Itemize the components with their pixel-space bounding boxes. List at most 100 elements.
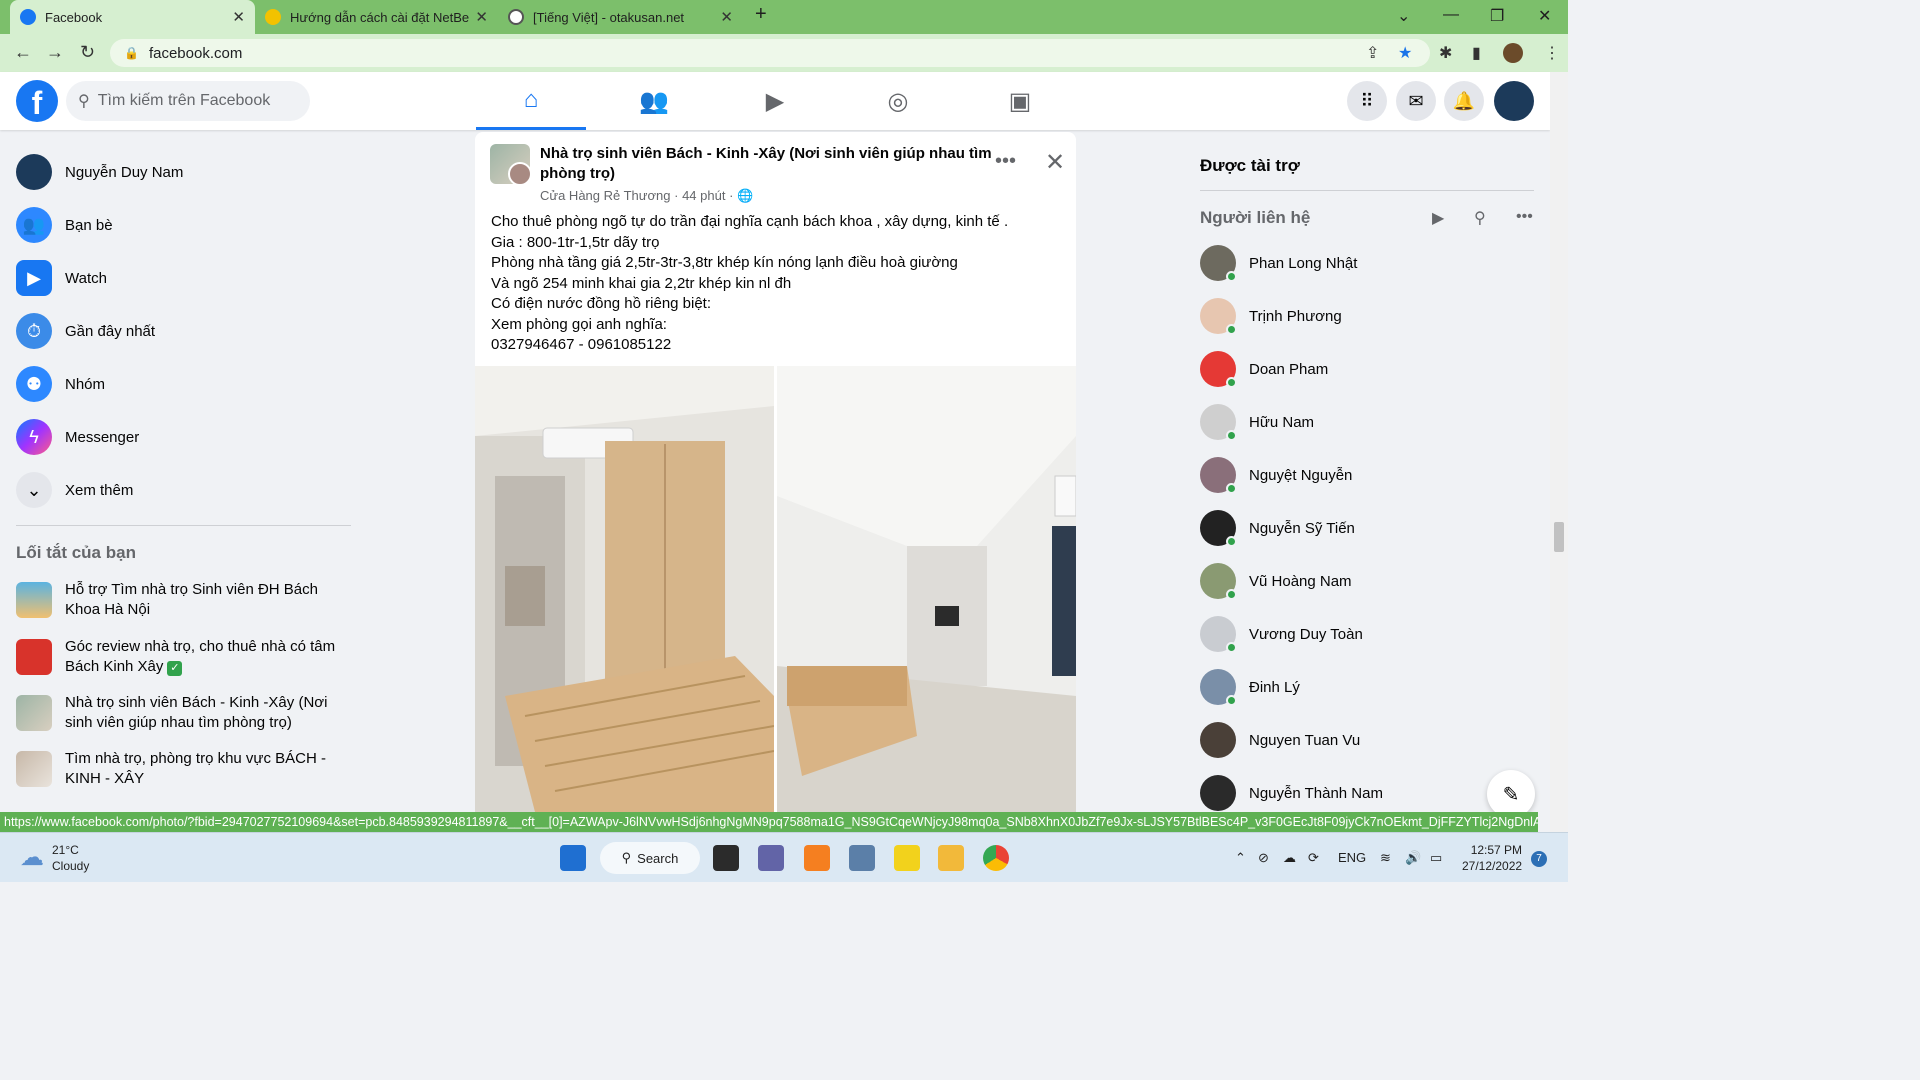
- page-scrollbar[interactable]: [1550, 72, 1568, 832]
- close-icon[interactable]: ✕: [1045, 148, 1065, 177]
- side-panel-icon[interactable]: ▮: [1472, 43, 1481, 63]
- maximize-icon[interactable]: ❐: [1490, 6, 1504, 26]
- sidebar-item-label: Watch: [65, 269, 107, 287]
- task-view-icon[interactable]: [713, 845, 739, 871]
- shortcut-item[interactable]: Góc review nhà trọ, cho thuê nhà có tâm …: [8, 637, 353, 677]
- nav-friends[interactable]: 👥: [599, 72, 709, 130]
- profile-avatar[interactable]: [1503, 43, 1523, 63]
- search-icon[interactable]: ⚲: [1474, 208, 1486, 228]
- notifications-button[interactable]: 🔔: [1444, 81, 1484, 121]
- contact-item[interactable]: Vương Duy Toàn: [1192, 608, 1537, 660]
- menu-dots-icon[interactable]: ⋮: [1544, 43, 1560, 63]
- contact-item[interactable]: Hữu Nam: [1192, 396, 1537, 448]
- contact-item[interactable]: Vũ Hoàng Nam: [1192, 555, 1537, 607]
- home-icon: ⌂: [523, 85, 539, 113]
- shortcut-label: Hỗ trợ Tìm nhà trọ Sinh viên ĐH Bách Kho…: [65, 581, 318, 618]
- windows-start-icon[interactable]: [560, 845, 586, 871]
- notification-badge[interactable]: 7: [1531, 851, 1547, 867]
- search-input[interactable]: ⚲ Tìm kiếm trên Facebook: [66, 81, 310, 121]
- chevron-up-icon[interactable]: ⌃: [1235, 850, 1246, 866]
- shortcut-item[interactable]: Tìm nhà trọ, phòng trọ khu vực BÁCH - KI…: [8, 749, 353, 789]
- reload-icon[interactable]: ↻: [80, 42, 95, 63]
- volume-icon[interactable]: 🔊: [1405, 850, 1421, 866]
- author-avatar[interactable]: [508, 162, 532, 186]
- new-room-icon[interactable]: ▶: [1432, 208, 1444, 228]
- network-alert-icon[interactable]: ⊘: [1258, 850, 1269, 866]
- close-tab-icon[interactable]: ✕: [475, 8, 488, 26]
- groups-icon: ⚉: [16, 366, 52, 402]
- facebook-logo[interactable]: f: [16, 80, 58, 122]
- battery-icon[interactable]: ▭: [1430, 850, 1442, 866]
- nav-gaming[interactable]: ▣: [965, 72, 1075, 130]
- messenger-button[interactable]: ✉: [1396, 81, 1436, 121]
- wifi-icon[interactable]: ≋: [1380, 850, 1391, 866]
- teams-icon[interactable]: [758, 845, 784, 871]
- close-tab-icon[interactable]: ✕: [232, 8, 245, 26]
- chrome-icon[interactable]: [983, 845, 1009, 871]
- browser-tab-otakusan[interactable]: [Tiếng Việt] - otakusan.net ✕: [498, 0, 743, 34]
- sidebar-item-see-more[interactable]: ⌄ Xem thêm: [8, 464, 353, 516]
- bookmark-star-icon[interactable]: ★: [1398, 43, 1412, 63]
- sidebar-profile[interactable]: Nguyễn Duy Nam: [8, 146, 353, 198]
- more-options-icon[interactable]: •••: [995, 150, 1016, 173]
- weather-widget[interactable]: ☁ 21°C Cloudy: [20, 842, 89, 874]
- sidebar-item-recent[interactable]: ⏱ Gần đây nhất: [8, 305, 353, 357]
- new-message-button[interactable]: ✎: [1487, 770, 1535, 818]
- forward-icon[interactable]: →: [46, 42, 64, 63]
- menu-button[interactable]: ⠿: [1347, 81, 1387, 121]
- post-photo[interactable]: [777, 366, 1076, 812]
- sync-icon[interactable]: ⟳: [1308, 850, 1319, 866]
- contact-item[interactable]: Phan Long Nhật: [1192, 237, 1537, 289]
- nav-watch[interactable]: ▶: [720, 72, 830, 130]
- post-line: Có điện nước đồng hồ riêng biệt:: [491, 295, 712, 312]
- nav-groups[interactable]: ◎: [843, 72, 953, 130]
- sidebar-item-messenger[interactable]: ϟ Messenger: [8, 411, 353, 463]
- cloud-icon: ☁: [20, 844, 44, 871]
- post-time[interactable]: 44 phút: [682, 188, 725, 203]
- onedrive-icon[interactable]: ☁: [1283, 850, 1296, 866]
- address-bar[interactable]: 🔒 facebook.com: [110, 39, 1430, 67]
- new-tab-icon[interactable]: +: [755, 3, 767, 26]
- contact-item[interactable]: Doan Pham: [1192, 343, 1537, 395]
- nav-home[interactable]: ⌂: [476, 72, 586, 130]
- monitor-app-icon[interactable]: [849, 845, 875, 871]
- tab-search-icon[interactable]: ⌄: [1397, 6, 1410, 26]
- online-indicator: [1226, 430, 1237, 441]
- taskbar-search[interactable]: ⚲ Search: [600, 842, 700, 874]
- online-indicator: [1226, 483, 1237, 494]
- contact-item[interactable]: Nguyễn Sỹ Tiến: [1192, 502, 1537, 554]
- shortcut-item[interactable]: Nhà trọ sinh viên Bách - Kinh -Xây (Nơi …: [8, 693, 353, 733]
- post-author[interactable]: Cửa Hàng Rẻ Thương: [540, 188, 670, 203]
- language-indicator[interactable]: ENG: [1338, 850, 1366, 865]
- sidebar-divider: [16, 525, 351, 526]
- close-tab-icon[interactable]: ✕: [720, 8, 733, 26]
- share-icon[interactable]: ⇪: [1366, 43, 1379, 63]
- close-window-icon[interactable]: ✕: [1538, 6, 1551, 26]
- sidebar-item-friends[interactable]: 👥 Bạn bè: [8, 199, 353, 251]
- contact-item[interactable]: Đinh Lý: [1192, 661, 1537, 713]
- sticky-notes-icon[interactable]: [894, 845, 920, 871]
- extensions-icon[interactable]: ✱: [1439, 43, 1452, 63]
- taskbar-clock[interactable]: 12:57 PM 27/12/2022: [1462, 842, 1522, 874]
- sidebar-item-groups[interactable]: ⚉ Nhóm: [8, 358, 353, 410]
- post-photo[interactable]: [475, 366, 774, 812]
- sidebar-item-watch[interactable]: ▶ Watch: [8, 252, 353, 304]
- contact-item[interactable]: Trịnh Phương: [1192, 290, 1537, 342]
- shortcut-item[interactable]: Hỗ trợ Tìm nhà trọ Sinh viên ĐH Bách Kho…: [8, 580, 353, 620]
- more-options-icon[interactable]: •••: [1516, 208, 1533, 226]
- online-indicator: [1226, 695, 1237, 706]
- back-icon[interactable]: ←: [14, 42, 32, 63]
- browser-tab-facebook[interactable]: Facebook ✕: [10, 0, 255, 34]
- post-group-name[interactable]: Nhà trọ sinh viên Bách - Kinh -Xây (Nơi …: [540, 144, 995, 184]
- tab-title: Hướng dẫn cách cài đặt NetBean: [290, 9, 470, 25]
- file-explorer-icon[interactable]: [938, 845, 964, 871]
- sidebar-item-label: Xem thêm: [65, 481, 134, 499]
- xampp-icon[interactable]: [804, 845, 830, 871]
- bell-icon: 🔔: [1452, 90, 1476, 111]
- contact-item[interactable]: Nguyen Tuan Vu: [1192, 714, 1537, 766]
- account-avatar[interactable]: [1494, 81, 1534, 121]
- contact-item[interactable]: Nguyệt Nguyễn: [1192, 449, 1537, 501]
- browser-tab-netbeans[interactable]: Hướng dẫn cách cài đặt NetBean ✕: [255, 0, 498, 34]
- minimize-icon[interactable]: —: [1443, 6, 1459, 24]
- scroll-thumb[interactable]: [1554, 522, 1564, 552]
